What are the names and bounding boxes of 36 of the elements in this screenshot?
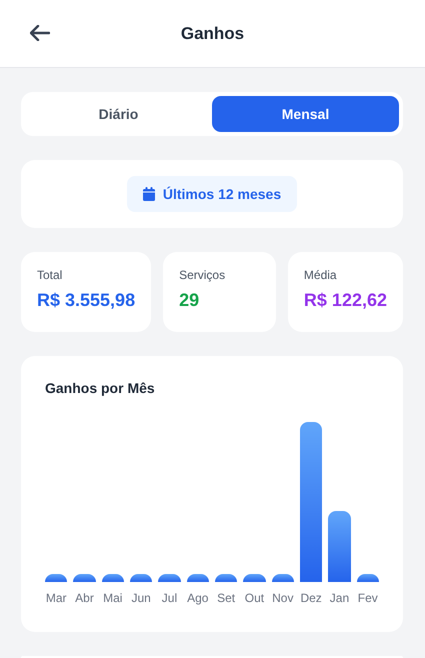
chart-bar	[130, 574, 152, 582]
page-title: Ganhos	[180, 24, 244, 44]
stat-value: R$ 122,62	[304, 290, 387, 311]
stat-value: R$ 3.555,98	[37, 290, 136, 311]
chart-bar	[45, 574, 68, 582]
chart-title: Ganhos por Mês	[45, 380, 156, 396]
month-label: Jun	[130, 591, 152, 605]
month-label: Mai	[102, 591, 124, 605]
month-label: Jan	[328, 591, 350, 605]
chart-bar	[356, 574, 379, 582]
stat-label: Média	[304, 268, 338, 282]
chart-bar	[186, 574, 209, 582]
period-button[interactable]: Últimos 12 meses	[126, 176, 298, 212]
chart-bar	[214, 574, 238, 582]
chart-bar	[243, 574, 266, 582]
chart-bar	[328, 511, 351, 582]
chart-bar	[73, 574, 96, 582]
month-label: Out	[244, 591, 266, 605]
month-label: Jul	[160, 591, 178, 605]
month-label: Ago	[186, 591, 209, 605]
back-arrow-icon	[30, 25, 50, 41]
stat-value: 29	[179, 290, 200, 311]
chart-bar	[102, 574, 124, 582]
stat-label: Serviços	[179, 268, 226, 282]
tab[interactable]: Diário	[25, 96, 212, 132]
stat-label: Total	[37, 268, 64, 282]
tab[interactable]: Mensal	[212, 96, 399, 132]
month-label: Abr	[74, 591, 95, 605]
chart-bar	[272, 574, 294, 582]
month-label: Nov	[272, 591, 294, 605]
calendar-icon	[142, 187, 155, 201]
month-label: Mar	[45, 591, 68, 605]
month-label: Dez	[300, 591, 322, 605]
chart-bar	[158, 574, 181, 582]
month-label: Fev	[356, 591, 379, 605]
month-label: Set	[216, 591, 236, 605]
